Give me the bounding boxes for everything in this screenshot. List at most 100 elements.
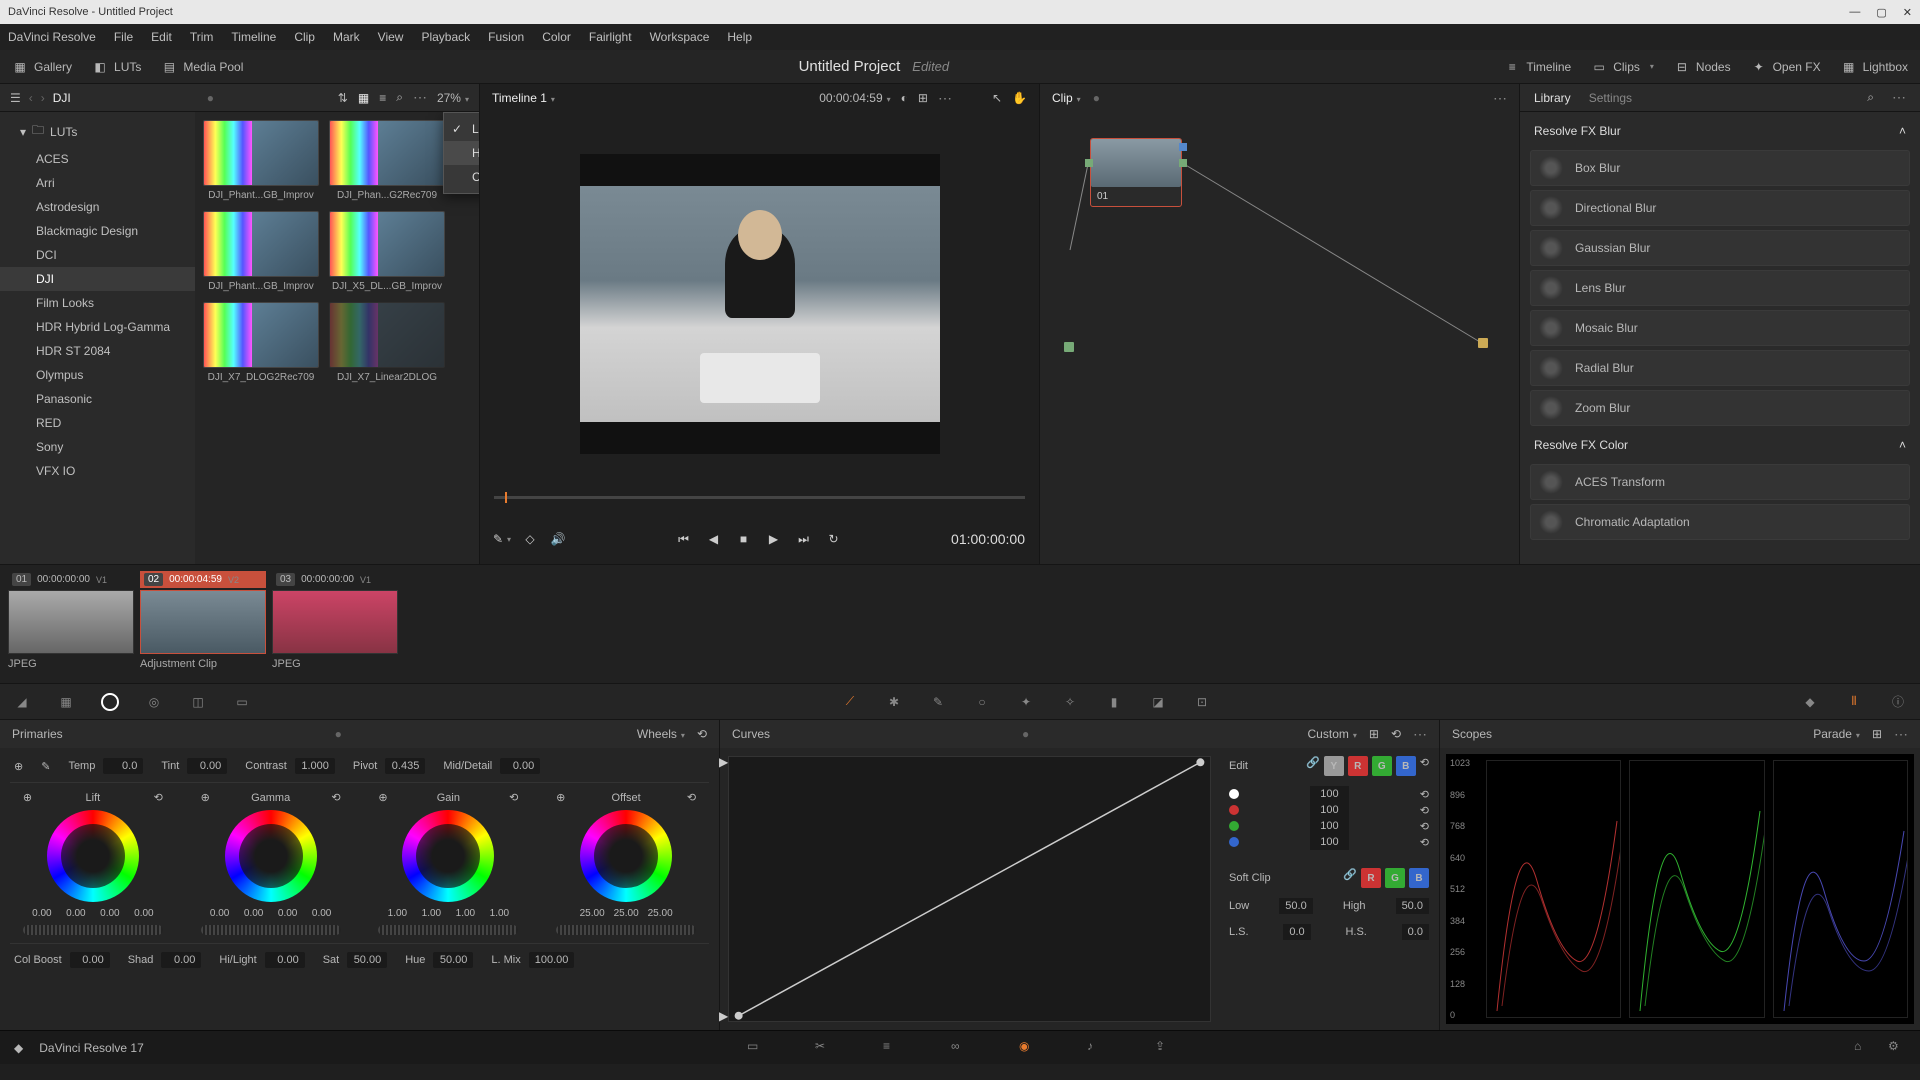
nav-back-icon[interactable]: ‹ (29, 91, 33, 105)
library-item[interactable]: Zoom Blur (1530, 390, 1910, 426)
menu-trim[interactable]: Trim (190, 30, 214, 44)
play-reverse-button[interactable]: ◀ (706, 531, 722, 547)
library-item[interactable]: Box Blur (1530, 150, 1910, 186)
channel-dot-icon[interactable] (1229, 837, 1239, 847)
collapse-icon[interactable]: ˄ (1899, 438, 1906, 452)
menu-workspace[interactable]: Workspace (650, 30, 710, 44)
node-graph[interactable]: 01 (1040, 112, 1519, 564)
tree-item[interactable]: Arri (0, 171, 195, 195)
curve-channel-b[interactable]: B (1396, 756, 1416, 776)
keyframe-icon[interactable]: ◆ (1800, 692, 1820, 712)
library-item[interactable]: Lens Blur (1530, 270, 1910, 306)
wheel-value[interactable]: 0.00 (274, 908, 302, 919)
tree-item[interactable]: DJI (0, 267, 195, 291)
home-logo-icon[interactable]: ◆ (14, 1041, 23, 1055)
lut-thumbnail[interactable]: DJI_Phant...GB_Improv (203, 211, 319, 292)
channel-dot-icon[interactable] (1229, 821, 1239, 831)
nodes-dot-icon[interactable]: ● (1093, 91, 1100, 105)
context-menu-item[interactable]: ✓Live Preview (444, 117, 479, 141)
tree-item[interactable]: RED (0, 411, 195, 435)
wheel-picker-icon[interactable]: ⊕ (378, 791, 387, 804)
color-match-icon[interactable]: ▦ (56, 692, 76, 712)
sizing-icon[interactable]: ⊡ (1192, 692, 1212, 712)
slider-value[interactable]: 0.00 (70, 952, 110, 968)
adjustment-slider[interactable]: Hue50.00 (405, 952, 473, 968)
slider-value[interactable]: 0.00 (161, 952, 201, 968)
softclip-high-value[interactable]: 50.0 (1396, 898, 1429, 914)
scopes-toggle-icon[interactable]: ⦀ (1844, 692, 1864, 712)
channel-intensity-value[interactable]: 100 (1310, 818, 1348, 834)
page-media-icon[interactable]: ▭ (747, 1039, 765, 1057)
menu-file[interactable]: File (114, 30, 133, 44)
wheel-reset-icon[interactable]: ⟲ (154, 791, 163, 804)
search-icon[interactable]: ⌕ (396, 90, 403, 105)
adjustment-slider[interactable]: Temp0.0 (68, 758, 143, 774)
channel-intensity-value[interactable]: 100 (1310, 786, 1348, 802)
color-warper-icon[interactable]: ✱ (884, 692, 904, 712)
sidebar-toggle-icon[interactable]: ☰ (10, 91, 21, 105)
gallery-button[interactable]: ▦Gallery (12, 59, 72, 75)
graph-output-icon[interactable] (1478, 338, 1488, 348)
channel-dot-icon[interactable] (1229, 805, 1239, 815)
tab-settings[interactable]: Settings (1589, 91, 1632, 105)
info-icon[interactable]: ⓘ (1888, 692, 1908, 712)
hand-icon[interactable]: ✋ (1012, 91, 1027, 105)
playhead-icon[interactable] (505, 492, 507, 503)
curve-black-handle-icon[interactable]: ▶ (719, 1009, 728, 1023)
adjustment-slider[interactable]: Contrast1.000 (245, 758, 335, 774)
clip-thumbnail[interactable]: 0100:00:00:00V1JPEG (8, 571, 134, 677)
primaries-mode[interactable]: Wheels (637, 727, 685, 741)
blur-icon[interactable]: ▮ (1104, 692, 1124, 712)
menu-fusion[interactable]: Fusion (488, 30, 524, 44)
curves-mode[interactable]: Custom (1308, 727, 1357, 741)
softclip-channel-g[interactable]: G (1385, 868, 1405, 888)
wheel-value[interactable]: 25.00 (578, 908, 606, 919)
wheel-picker-icon[interactable]: ⊕ (556, 791, 565, 804)
primaries-reset-icon[interactable]: ⟲ (697, 727, 707, 741)
library-item[interactable]: Mosaic Blur (1530, 310, 1910, 346)
lut-thumbnail[interactable]: DJI_X7_Linear2DLOG (329, 302, 445, 383)
sort-icon[interactable]: ⇅ (338, 91, 348, 105)
tree-item[interactable]: HDR Hybrid Log-Gamma (0, 315, 195, 339)
menu-timeline[interactable]: Timeline (231, 30, 276, 44)
wheel-jog[interactable] (201, 925, 341, 935)
last-frame-button[interactable]: ⏭ (796, 531, 812, 547)
hdr-wheels-icon[interactable]: ◎ (144, 692, 164, 712)
page-color-icon[interactable]: ◉ (1019, 1039, 1037, 1057)
slider-value[interactable]: 50.00 (433, 952, 473, 968)
tree-item[interactable]: Film Looks (0, 291, 195, 315)
clips-button[interactable]: ▭Clips (1591, 59, 1654, 75)
library-item[interactable]: ACES Transform (1530, 464, 1910, 500)
softclip-channel-r[interactable]: R (1361, 868, 1381, 888)
record-timecode[interactable]: 00:00:04:59 (819, 91, 890, 105)
library-item[interactable]: Chromatic Adaptation (1530, 504, 1910, 540)
nodes-button[interactable]: ⊟Nodes (1674, 59, 1731, 75)
color-wheel[interactable] (402, 810, 494, 902)
tree-item[interactable]: Sony (0, 435, 195, 459)
wheel-jog[interactable] (23, 925, 163, 935)
node-input-port-icon[interactable] (1085, 159, 1093, 167)
split-icon[interactable]: ⊞ (918, 91, 928, 105)
nodes-mode-selector[interactable]: Clip (1052, 91, 1081, 105)
project-manager-icon[interactable]: ⌂ (1854, 1039, 1872, 1057)
adjustment-slider[interactable]: Hi/Light0.00 (219, 952, 304, 968)
library-item[interactable]: Gaussian Blur (1530, 230, 1910, 266)
adjustment-slider[interactable]: Mid/Detail0.00 (443, 758, 540, 774)
wheel-value[interactable]: 0.00 (28, 908, 56, 919)
graph-input-icon[interactable] (1064, 342, 1074, 352)
slider-value[interactable]: 0.00 (265, 952, 305, 968)
tree-item[interactable]: ACES (0, 147, 195, 171)
close-icon[interactable]: ✕ (1903, 6, 1912, 19)
clip-thumbnail[interactable]: 0300:00:00:00V1JPEG (272, 571, 398, 677)
scopes-expand-icon[interactable]: ⊞ (1872, 727, 1882, 741)
maximize-icon[interactable]: ▢ (1876, 6, 1886, 19)
rgb-mixer-icon[interactable]: ◫ (188, 692, 208, 712)
minimize-icon[interactable]: — (1849, 6, 1860, 19)
options-icon[interactable] (413, 89, 427, 106)
timeline-selector[interactable]: Timeline 1 (492, 91, 555, 105)
library-search-icon[interactable]: ⌕ (1867, 90, 1874, 105)
tab-library[interactable]: Library (1534, 91, 1571, 105)
nodes-options-icon[interactable] (1493, 90, 1507, 107)
wheel-value[interactable]: 0.00 (96, 908, 124, 919)
zoom-level[interactable]: 27% (437, 91, 469, 105)
